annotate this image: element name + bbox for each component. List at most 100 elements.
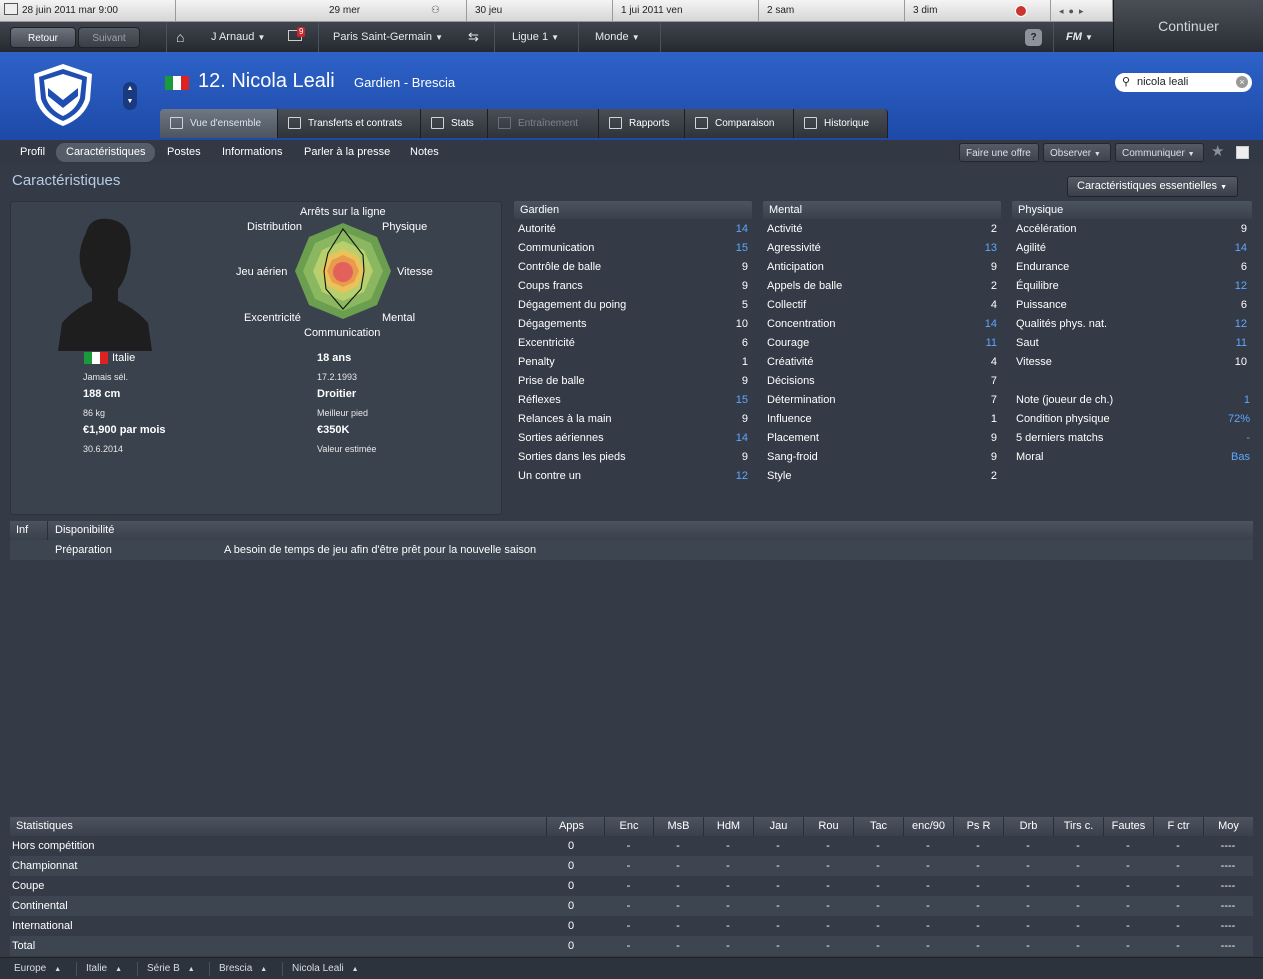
calendar-day[interactable]: 30 jeu — [467, 0, 613, 22]
italy-flag-icon — [165, 76, 189, 90]
stats-column-header[interactable]: Rou — [803, 817, 853, 836]
inbox-button[interactable]: 9 — [288, 22, 306, 52]
tab-training[interactable]: Entraînement — [488, 109, 599, 138]
attribute-value: 4 — [990, 299, 997, 311]
attribute-value: 14 — [1234, 242, 1247, 254]
stats-cell: - — [676, 940, 680, 952]
calendar-scroll[interactable]: ◂ ● ▸ — [1051, 0, 1113, 22]
star-icon[interactable]: ★ — [1211, 142, 1224, 160]
stats-cell: - — [626, 880, 631, 892]
stats-cell: - — [826, 860, 830, 872]
stats-cell: - — [926, 940, 930, 952]
calendar-day[interactable]: 3 dim — [905, 0, 1051, 22]
breadcrumb-item[interactable]: Brescia ▲ — [219, 958, 267, 979]
subtab-notes[interactable]: Notes — [400, 143, 449, 162]
stats-row: Continental 0- - - - - - - - - - - - ---- — [10, 896, 1253, 916]
attribute-name: Courage — [767, 337, 810, 349]
stats-column-header[interactable]: Apps — [546, 817, 596, 836]
mental-attribute-row: Détermination 7 — [767, 391, 997, 410]
stats-column-header[interactable]: Enc — [604, 817, 653, 836]
stats-cell: - — [1126, 940, 1130, 952]
continue-button[interactable]: Continuer — [1113, 0, 1263, 52]
attribute-value: 11 — [985, 337, 997, 349]
breadcrumb-item[interactable]: Italie ▲ — [86, 958, 122, 979]
stats-column-header[interactable]: Tirs c. — [1053, 817, 1103, 836]
talk-button[interactable]: Communiquer ▼ — [1115, 143, 1204, 162]
stats-column-header[interactable]: enc/90 — [903, 817, 953, 836]
comparison-icon — [695, 117, 708, 129]
stats-cell: - — [826, 880, 830, 892]
stats-column-header[interactable]: Drb — [1003, 817, 1053, 836]
player-scroll-arrows[interactable]: ▲ ▼ — [123, 82, 137, 110]
player-name: 12. Nicola Leali — [198, 70, 335, 92]
attributes-view-dropdown[interactable]: Caractéristiques essentielles ▼ — [1067, 176, 1238, 197]
fm-menu[interactable]: FM ▼ — [1066, 22, 1093, 52]
clear-icon[interactable]: × — [1236, 76, 1248, 88]
sub-navigation: Profil Caractéristiques Postes Informati… — [0, 140, 1263, 164]
club-menu[interactable]: Paris Saint-Germain ▼ — [333, 22, 443, 52]
league-menu[interactable]: Ligue 1 ▼ — [512, 22, 559, 52]
goalkeeping-attribute-row: Réflexes 15 — [518, 391, 748, 410]
attribute-value: 9 — [741, 413, 748, 425]
manager-menu[interactable]: J Arnaud ▼ — [211, 22, 265, 52]
breadcrumb-item[interactable]: Nicola Leali ▲ — [292, 958, 359, 979]
stats-cell: - — [1076, 860, 1080, 872]
calendar-day[interactable]: 1 jui 2011 ven — [613, 0, 759, 22]
make-offer-button[interactable]: Faire une offre — [959, 143, 1039, 162]
search-input[interactable]: ⚲ nicola leali × — [1115, 73, 1252, 92]
stats-cell: - — [726, 880, 730, 892]
watch-button[interactable]: Observer ▼ — [1043, 143, 1111, 162]
back-button[interactable]: Retour — [10, 27, 76, 48]
stats-cell: - — [1026, 840, 1030, 852]
attribute-name: Placement — [767, 432, 819, 444]
subtab-profile[interactable]: Profil — [10, 143, 55, 162]
breadcrumb-item[interactable]: Europe ▲ — [14, 958, 61, 979]
tab-history[interactable]: Historique — [794, 109, 888, 138]
world-menu[interactable]: Monde ▼ — [595, 22, 640, 52]
nationality[interactable]: Italie — [112, 352, 135, 364]
subtab-positions[interactable]: Postes — [157, 143, 211, 162]
tab-overview[interactable]: Vue d'ensemble — [160, 109, 278, 138]
estimated-value: €350K — [317, 424, 350, 436]
calendar-day[interactable]: 29 mer ⚇ — [321, 0, 467, 22]
attribute-value: 12 — [1234, 318, 1247, 330]
radar-label-mental: Mental — [382, 312, 416, 324]
forward-button[interactable]: Suivant — [78, 27, 140, 48]
stats-column-header[interactable]: HdM — [703, 817, 753, 836]
notepad-icon[interactable] — [1236, 146, 1249, 159]
tab-reports[interactable]: Rapports — [599, 109, 685, 138]
subtab-information[interactable]: Informations — [212, 143, 293, 162]
subtab-attributes[interactable]: Caractéristiques — [56, 143, 156, 162]
stats-column-header[interactable]: MsB — [653, 817, 703, 836]
stats-column-header[interactable]: Ps R — [953, 817, 1003, 836]
tab-transfers[interactable]: Transferts et contrats — [278, 109, 421, 138]
tab-comparison[interactable]: Comparaison — [685, 109, 794, 138]
radar-label-communication: Communication — [304, 327, 381, 339]
calendar-day[interactable]: 2 sam — [759, 0, 905, 22]
goalkeeping-header: Gardien — [514, 201, 752, 219]
goalkeeping-attribute-row: Sorties aériennes 14 — [518, 429, 748, 448]
swap-icon[interactable]: ⇆ — [468, 22, 479, 52]
tab-stats[interactable]: Stats — [421, 109, 488, 138]
stats-column-header[interactable]: Jau — [753, 817, 803, 836]
stats-column-header[interactable]: Tac — [853, 817, 903, 836]
calendar-day-current[interactable]: 28 juin 2011 mar 9:00 — [0, 0, 176, 22]
attribute-value: 15 — [735, 242, 748, 254]
home-icon[interactable]: ⌂ — [176, 22, 184, 52]
attribute-value: 1 — [1243, 394, 1250, 406]
radar-label-shot-stopping: Arrêts sur la ligne — [300, 206, 386, 218]
stats-cell: - — [1076, 940, 1080, 952]
stats-column-header[interactable]: Moy — [1203, 817, 1253, 836]
subtab-press[interactable]: Parler à la presse — [294, 143, 400, 162]
stats-title: Statistiques — [16, 820, 73, 832]
stats-column-header[interactable]: Fautes — [1103, 817, 1153, 836]
stats-cell: 0 — [567, 940, 575, 952]
breadcrumb-item[interactable]: Série B ▲ — [147, 958, 195, 979]
radar-label-physical: Physique — [382, 221, 428, 233]
breadcrumb: Europe ▲ Italie ▲ Série B ▲ Brescia ▲ Nicola… — [0, 957, 1263, 979]
stats-cell: - — [1026, 900, 1030, 912]
stats-cell: - — [876, 920, 880, 932]
help-button[interactable]: ? — [1025, 29, 1042, 46]
attribute-name: Prise de balle — [518, 375, 585, 387]
stats-column-header[interactable]: F ctr — [1153, 817, 1203, 836]
